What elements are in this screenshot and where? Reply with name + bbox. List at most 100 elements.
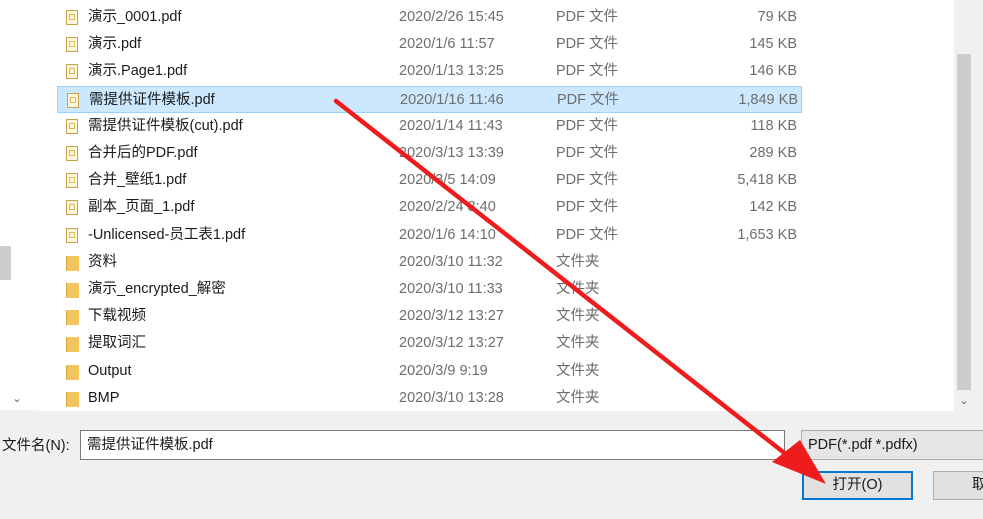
file-name: 提取词汇 — [88, 335, 146, 352]
file-size: 1,849 KB — [738, 91, 798, 108]
file-date: 2020/1/16 11:46 — [400, 91, 504, 108]
icon-cell — [66, 385, 82, 411]
file-date: 2020/1/6 11:57 — [399, 36, 495, 53]
file-row[interactable]: 资料 2020/3/10 11:32 文件夹 — [57, 249, 802, 276]
scrollbar-thumb[interactable] — [957, 54, 971, 390]
file-row[interactable]: -Unlicensed-员工表1.pdf 2020/1/6 14:10 PDF 文件… — [57, 222, 802, 249]
file-date: 2020/3/12 13:27 — [399, 308, 504, 325]
file-row[interactable]: 需提供证件模板(cut).pdf 2020/1/14 11:43 PDF 文件 118… — [57, 113, 802, 140]
file-name: -Unlicensed-员工表1.pdf — [88, 226, 246, 243]
file-name: 副本_页面_1.pdf — [88, 199, 195, 216]
pdf-file-icon — [66, 10, 78, 25]
file-row[interactable]: 合并_壁纸1.pdf 2020/3/5 14:09 PDF 文件 5,418 KB — [57, 167, 802, 194]
file-date: 2020/1/13 13:25 — [399, 63, 504, 80]
open-button[interactable]: 打开(O) — [802, 471, 913, 500]
file-type: PDF 文件 — [556, 199, 619, 216]
icon-cell — [66, 222, 82, 249]
file-name: 需提供证件模板(cut).pdf — [88, 117, 243, 134]
file-size: 146 KB — [749, 63, 797, 80]
file-size: 5,418 KB — [737, 172, 797, 189]
filename-label: 文件名(N): — [2, 438, 70, 454]
file-size — [697, 249, 797, 276]
file-row[interactable]: 演示.pdf 2020/1/6 11:57 PDF 文件 145 KB — [57, 31, 802, 58]
folder-icon — [66, 310, 79, 326]
file-type: 文件夹 — [556, 308, 600, 325]
file-type: PDF 文件 — [556, 226, 619, 243]
file-row[interactable]: BMP 2020/3/10 13:28 文件夹 — [57, 385, 802, 411]
file-type: PDF 文件 — [556, 172, 619, 189]
file-list[interactable]: 演示_0001.pdf 2020/2/26 15:45 PDF 文件 79 KB 演示.… — [35, 0, 954, 411]
icon-cell — [66, 249, 82, 276]
file-row[interactable]: 演示.Page1.pdf 2020/1/13 13:25 PDF 文件 146 KB — [57, 58, 802, 85]
file-row[interactable]: 演示_0001.pdf 2020/2/26 15:45 PDF 文件 79 KB — [57, 4, 802, 31]
file-size: 145 KB — [749, 36, 797, 53]
file-type: PDF 文件 — [556, 9, 619, 25]
file-row[interactable]: 演示_encrypted_解密 2020/3/10 11:33 文件夹 — [57, 276, 802, 303]
file-type: PDF 文件 — [556, 63, 619, 80]
filename-input[interactable]: 需提供证件模板.pdf — [80, 430, 785, 460]
icon-cell — [66, 358, 82, 385]
file-row[interactable]: 合并后的PDF.pdf 2020/3/13 13:39 PDF 文件 289 KB — [57, 140, 802, 167]
filetype-select[interactable]: PDF(*.pdf *.pdfx) — [801, 430, 983, 460]
file-date: 2020/3/10 11:33 — [399, 281, 503, 297]
file-type: 文件夹 — [556, 362, 600, 379]
pdf-file-icon — [66, 146, 78, 161]
file-size — [697, 330, 797, 357]
file-date: 2020/2/24 8:40 — [399, 199, 496, 216]
pdf-file-icon — [66, 64, 78, 80]
file-name: 资料 — [88, 253, 117, 270]
file-type: 文件夹 — [556, 253, 600, 270]
file-size — [697, 303, 797, 330]
pdf-file-icon — [66, 37, 78, 53]
icon-cell — [66, 113, 82, 140]
file-date: 2020/3/5 14:09 — [399, 172, 496, 189]
file-name: 下载视频 — [88, 308, 146, 325]
cancel-button[interactable]: 取 — [933, 471, 983, 500]
file-list-scrollbar[interactable]: ⌄ — [955, 0, 973, 411]
file-type: PDF 文件 — [556, 117, 619, 134]
icon-cell — [66, 303, 82, 330]
navigation-scroll-down-icon[interactable]: ⌄ — [10, 392, 24, 406]
file-name: 需提供证件模板.pdf — [89, 91, 215, 108]
pdf-file-icon — [67, 92, 79, 108]
file-row-selected[interactable]: 需提供证件模板.pdf 2020/1/16 11:46 PDF 文件 1,849 KB — [57, 85, 802, 114]
scroll-down-icon[interactable]: ⌄ — [957, 394, 971, 408]
scrollbar-track[interactable] — [955, 0, 973, 52]
file-date: 2020/3/10 11:32 — [399, 253, 503, 270]
folder-icon — [66, 391, 79, 407]
icon-cell — [66, 276, 82, 303]
file-type: PDF 文件 — [556, 145, 619, 161]
icon-cell — [66, 4, 82, 31]
file-size: 142 KB — [749, 199, 797, 216]
file-date: 2020/3/10 13:28 — [399, 389, 504, 406]
file-date: 2020/1/6 14:10 — [399, 226, 496, 243]
file-row[interactable]: Output 2020/3/9 9:19 文件夹 — [57, 358, 802, 385]
file-type: 文件夹 — [556, 281, 600, 297]
folder-icon — [66, 364, 79, 380]
navigation-scrollbar-thumb[interactable] — [0, 246, 11, 280]
file-date: 2020/3/12 13:27 — [399, 335, 504, 352]
file-date: 2020/3/13 13:39 — [399, 145, 504, 161]
pdf-file-icon — [66, 200, 78, 216]
pdf-file-icon — [66, 227, 78, 243]
icon-cell — [66, 31, 82, 58]
file-name: 演示_0001.pdf — [88, 9, 182, 25]
file-row[interactable]: 下载视频 2020/3/12 13:27 文件夹 — [57, 303, 802, 330]
pdf-file-icon — [66, 173, 78, 189]
file-row[interactable]: 提取词汇 2020/3/12 13:27 文件夹 — [57, 330, 802, 357]
file-name: Output — [88, 362, 132, 379]
file-name: 演示.Page1.pdf — [88, 63, 188, 80]
icon-cell — [66, 167, 82, 194]
navigation-pane[interactable]: ⌄ — [0, 0, 36, 410]
file-name: BMP — [88, 389, 120, 406]
file-size: 289 KB — [749, 145, 797, 161]
icon-cell — [67, 87, 83, 114]
file-size: 1,653 KB — [737, 226, 797, 243]
file-date: 2020/1/14 11:43 — [399, 117, 503, 134]
file-row[interactable]: 副本_页面_1.pdf 2020/2/24 8:40 PDF 文件 142 KB — [57, 194, 802, 221]
file-type: 文件夹 — [556, 389, 600, 406]
file-size — [697, 358, 797, 385]
icon-cell — [66, 140, 82, 167]
file-size: 79 KB — [757, 9, 798, 25]
icon-cell — [66, 58, 82, 85]
